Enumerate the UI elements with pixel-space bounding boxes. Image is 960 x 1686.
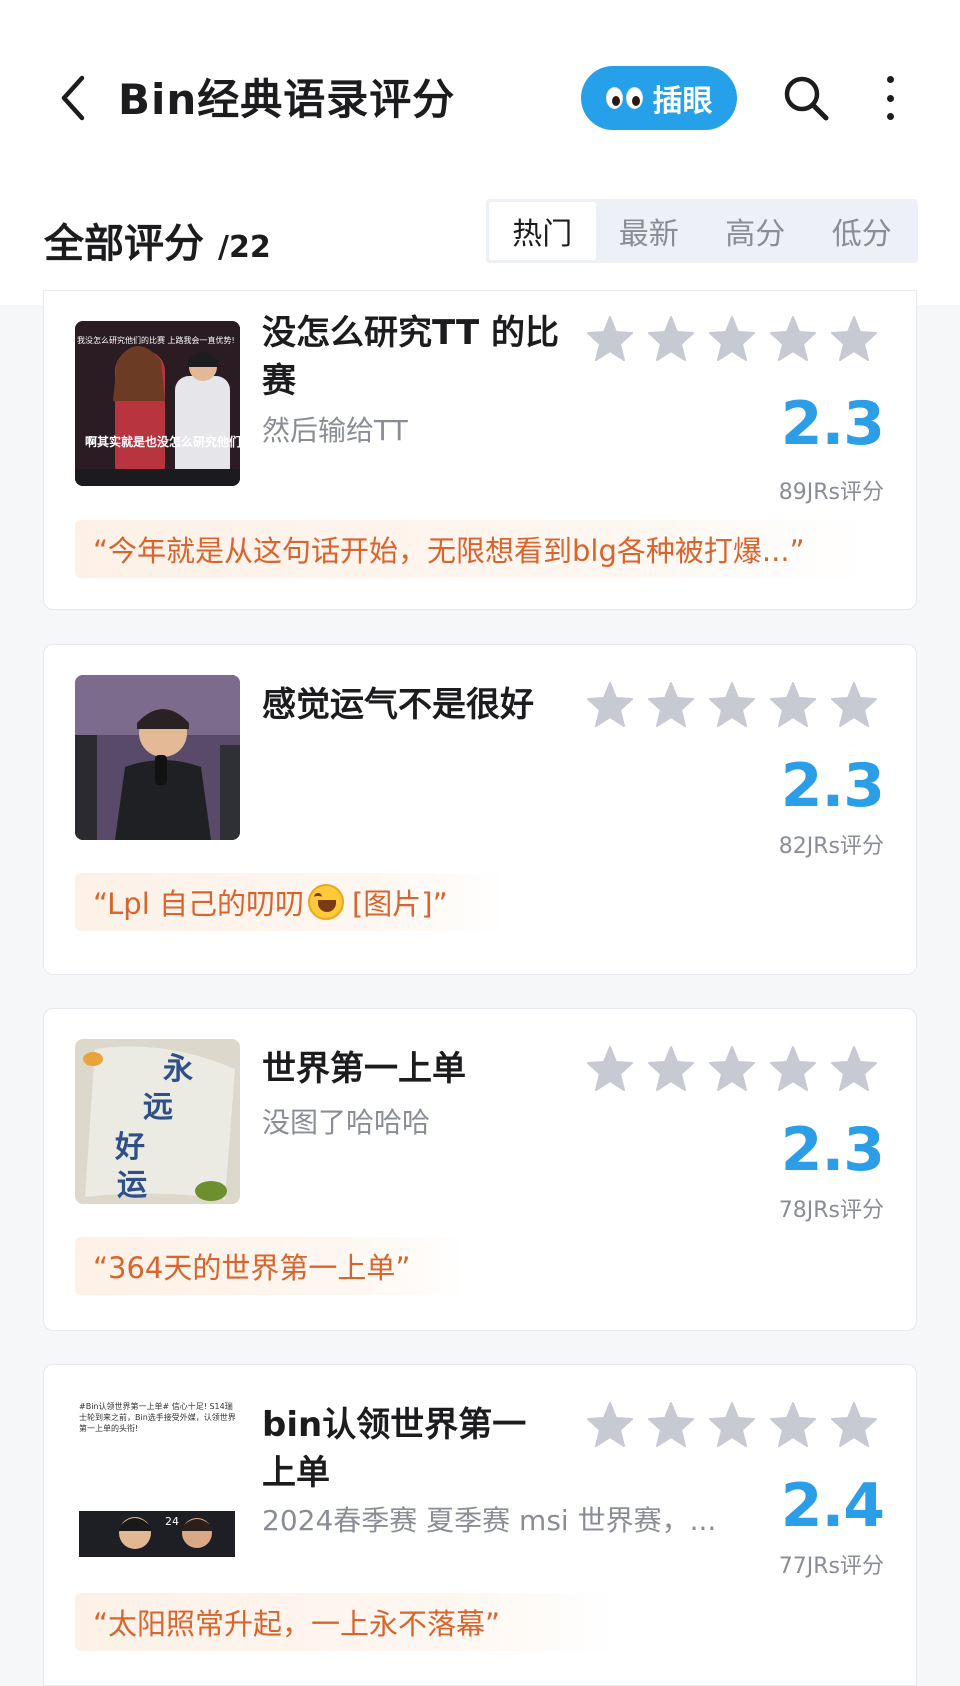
rating-title: 感觉运气不是很好 (262, 685, 534, 725)
card-thumbnail: 永 远 好 运 (75, 1039, 240, 1204)
star-icon[interactable] (830, 1401, 878, 1449)
star-icon[interactable] (769, 315, 817, 363)
card-thumbnail: #Bin认领世界第一上单# 信心十足! S14瑞士轮到来之前，Bin选手接受外媒… (75, 1395, 240, 1560)
thumb-text: #Bin认领世界第一上单# 信心十足! S14瑞士轮到来之前，Bin选手接受外媒… (79, 1402, 236, 1433)
search-icon (784, 76, 829, 121)
card-thumbnail: 我没怎么研究他们的比赛 上路我会一直优势! 啊其实就是也没怎么研究他们 (75, 321, 240, 486)
vote-count: 89JRs评分 (778, 480, 884, 505)
peek-button[interactable]: 插眼 (581, 66, 737, 130)
star-icon[interactable] (830, 1045, 878, 1093)
star-icon[interactable] (586, 1045, 634, 1093)
star-icon[interactable] (769, 1045, 817, 1093)
top-comment[interactable]: “太阳照常升起，一上永不落幕” (75, 1593, 615, 1651)
star-icon[interactable] (647, 315, 695, 363)
peek-label: 插眼 (652, 84, 713, 119)
star-icon[interactable] (769, 1401, 817, 1449)
rating-subtitle: 没图了哈哈哈 (262, 1106, 431, 1139)
vote-count: 77JRs评分 (778, 1554, 884, 1579)
star-icon[interactable] (647, 681, 695, 729)
star-rating[interactable] (586, 681, 878, 729)
star-rating[interactable] (586, 1401, 878, 1449)
star-icon[interactable] (708, 1045, 756, 1093)
laughing-emoji-icon (307, 884, 344, 920)
thumb-caption: 我没怎么研究他们的比赛 上路我会一直优势! (77, 336, 235, 345)
star-icon[interactable] (586, 315, 634, 363)
top-comment[interactable]: “364天的世界第一上单” (75, 1237, 465, 1295)
quote-prefix: “Lpl 自己的叨叨 (93, 887, 304, 921)
back-button[interactable] (48, 70, 98, 126)
rating-card[interactable]: 感觉运气不是很好 2.3 82JRs评分 “Lpl 自己的叨叨 [图片]” (43, 644, 917, 975)
star-icon[interactable] (708, 1401, 756, 1449)
rating-title: 没怎么研究TT 的比赛 (262, 313, 560, 401)
top-bar: Bin经典语录评分 插眼 (0, 0, 960, 195)
svg-text:运: 运 (117, 1168, 147, 1203)
search-button[interactable] (780, 72, 832, 124)
quote-suffix: [图片]” (351, 887, 448, 921)
page-title: Bin经典语录评分 (118, 75, 456, 124)
thumb-subtitle: 啊其实就是也没怎么研究他们 (85, 435, 240, 449)
star-icon[interactable] (586, 1401, 634, 1449)
star-icon[interactable] (647, 1045, 695, 1093)
star-icon[interactable] (708, 315, 756, 363)
tab-hot[interactable]: 热门 (489, 202, 596, 260)
eyes-icon (605, 87, 643, 109)
svg-text:24: 24 (165, 1515, 179, 1528)
tab-high-score[interactable]: 高分 (702, 202, 809, 260)
rating-title: 世界第一上单 (262, 1049, 466, 1089)
average-score: 2.4 (780, 1471, 885, 1541)
star-icon[interactable] (769, 681, 817, 729)
svg-text:永: 永 (163, 1052, 193, 1087)
tab-low-score[interactable]: 低分 (809, 202, 916, 260)
rating-card[interactable]: #Bin认领世界第一上单# 信心十足! S14瑞士轮到来之前，Bin选手接受外媒… (43, 1364, 917, 1686)
star-icon[interactable] (830, 315, 878, 363)
rating-subtitle: 然后输给TT (262, 414, 408, 447)
top-comment[interactable]: “Lpl 自己的叨叨 [图片]” (75, 873, 505, 931)
ratings-count: /22 (218, 230, 271, 265)
svg-text:远: 远 (143, 1090, 173, 1125)
vote-count: 78JRs评分 (778, 1198, 884, 1223)
rating-subtitle: 2024春季赛 夏季赛 msi 世界赛，... (262, 1504, 717, 1537)
chevron-left-icon (61, 75, 85, 121)
vote-count: 82JRs评分 (778, 834, 884, 859)
star-icon[interactable] (830, 681, 878, 729)
all-ratings-heading: 全部评分 /22 (44, 211, 271, 269)
list-header: 全部评分 /22 热门 最新 高分 低分 (0, 195, 960, 305)
sort-tabs: 热门 最新 高分 低分 (486, 199, 918, 263)
card-thumbnail (75, 675, 240, 840)
all-ratings-label: 全部评分 (44, 221, 204, 267)
top-comment[interactable]: “今年就是从这句话开始，无限想看到blg各种被打爆...” (75, 520, 865, 578)
star-icon[interactable] (586, 681, 634, 729)
more-vertical-icon[interactable] (870, 72, 910, 124)
star-rating[interactable] (586, 315, 878, 363)
rating-title: bin认领世界第一上单 (262, 1405, 527, 1493)
average-score: 2.3 (780, 389, 885, 459)
star-rating[interactable] (586, 1045, 878, 1093)
tab-latest[interactable]: 最新 (596, 202, 703, 260)
star-icon[interactable] (708, 681, 756, 729)
average-score: 2.3 (780, 1115, 885, 1185)
average-score: 2.3 (780, 751, 885, 821)
star-icon[interactable] (647, 1401, 695, 1449)
rating-card[interactable]: 永 远 好 运 世界第一上单 没图了哈哈哈 2.3 78JRs评分 “364天的… (43, 1008, 917, 1331)
rating-card[interactable]: 我没怎么研究他们的比赛 上路我会一直优势! 啊其实就是也没怎么研究他们 没怎么研… (43, 290, 917, 610)
svg-text:好: 好 (114, 1130, 145, 1165)
